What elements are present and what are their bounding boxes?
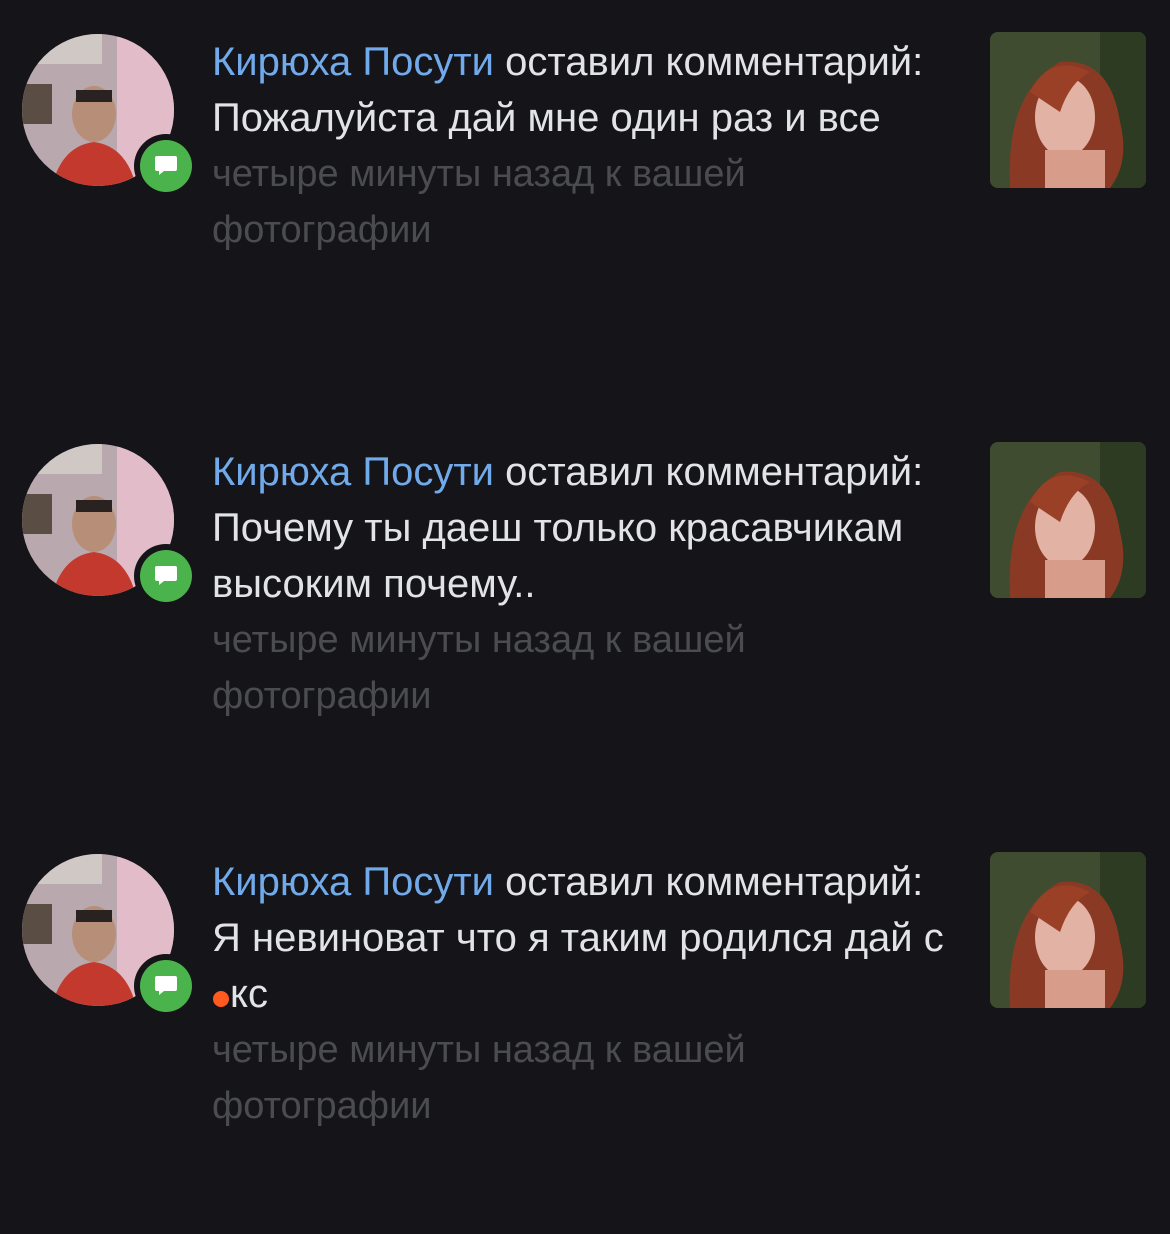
action-text: оставил комментарий: bbox=[505, 40, 924, 84]
photo-thumbnail[interactable] bbox=[990, 32, 1146, 188]
avatar-container[interactable] bbox=[22, 34, 198, 198]
comment-bubble-icon bbox=[140, 960, 192, 1012]
author-link[interactable]: Кирюха Посути bbox=[212, 40, 494, 84]
comment-text: Почему ты даеш только красавчикам высоки… bbox=[212, 506, 904, 606]
comment-text: Пожалуйста дай мне один раз и все bbox=[212, 96, 881, 140]
notification-item[interactable]: Кирюха Посути оставил комментарий: Я нев… bbox=[0, 820, 1170, 1220]
badge bbox=[134, 544, 198, 608]
notification-item[interactable]: Кирюха Посути оставил комментарий: Пожал… bbox=[0, 0, 1170, 400]
avatar-container[interactable] bbox=[22, 854, 198, 1018]
comment-bubble-icon bbox=[140, 140, 192, 192]
photo-thumbnail[interactable] bbox=[990, 442, 1146, 598]
action-text: оставил комментарий: bbox=[505, 450, 924, 494]
timestamp: четыре минуты назад к вашей фотографии bbox=[212, 1029, 746, 1127]
notifications-feed: Кирюха Посути оставил комментарий: Пожал… bbox=[0, 0, 1170, 1234]
notification-text: Кирюха Посути оставил комментарий: Я нев… bbox=[212, 854, 952, 1134]
comment-text-prefix: Я невиноват что я таким родился дай с bbox=[212, 916, 944, 960]
comment-text: Я невиноват что я таким родился дай с кс bbox=[212, 910, 952, 1022]
notification-item[interactable]: Кирюха Посути оставил комментарий: Почем… bbox=[0, 410, 1170, 810]
timestamp: четыре минуты назад к вашей фотографии bbox=[212, 619, 746, 717]
censor-heart-icon bbox=[213, 991, 229, 1007]
notification-text: Кирюха Посути оставил комментарий: Пожал… bbox=[212, 34, 952, 258]
badge bbox=[134, 134, 198, 198]
comment-text-suffix: кс bbox=[230, 972, 268, 1016]
notification-text: Кирюха Посути оставил комментарий: Почем… bbox=[212, 444, 952, 724]
avatar-container[interactable] bbox=[22, 444, 198, 608]
comment-bubble-icon bbox=[140, 550, 192, 602]
photo-thumbnail[interactable] bbox=[990, 852, 1146, 1008]
timestamp: четыре минуты назад к вашей фотографии bbox=[212, 153, 746, 251]
author-link[interactable]: Кирюха Посути bbox=[212, 450, 494, 494]
badge bbox=[134, 954, 198, 1018]
author-link[interactable]: Кирюха Посути bbox=[212, 860, 494, 904]
action-text: оставил комментарий: bbox=[505, 860, 924, 904]
